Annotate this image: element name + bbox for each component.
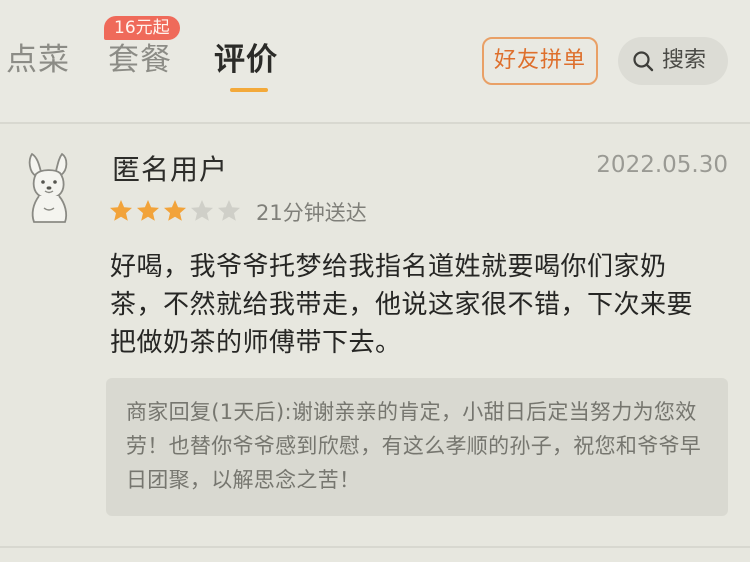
tab-review[interactable]: 评价 — [214, 40, 278, 80]
top-nav: 点菜 套餐 16元起 评价 好友拼单 搜索 — [0, 0, 750, 122]
review-date: 2022.05.30 — [596, 152, 728, 178]
delivery-time: 21分钟送达 — [256, 201, 367, 225]
star-empty-icon — [216, 198, 242, 224]
item-divider — [0, 546, 750, 548]
star-filled-icon — [135, 198, 161, 224]
review-star-rating — [108, 198, 242, 224]
nav-divider — [0, 122, 750, 124]
merchant-reply-text: 商家回复(1天后):谢谢亲亲的肯定，小甜日后定当努力为您效劳！也替你爷爷感到欣慰… — [126, 400, 702, 492]
search-label: 搜索 — [662, 48, 707, 73]
tab-dishes[interactable]: 点菜 — [6, 40, 70, 80]
review-user-name: 匿名用户 — [112, 153, 229, 186]
merchant-reply-box: 商家回复(1天后):谢谢亲亲的肯定，小甜日后定当努力为您效劳！也替你爷爷感到欣慰… — [106, 378, 728, 516]
kangaroo-avatar-icon — [28, 153, 68, 223]
search-icon — [633, 51, 654, 72]
search-button[interactable]: 搜索 — [618, 37, 728, 85]
star-empty-icon — [189, 198, 215, 224]
review-text: 好喝，我爷爷托梦给我指名道姓就要喝你们家奶茶，不然就给我带走，他说这家很不错，下… — [110, 252, 694, 358]
combo-price-badge: 16元起 — [104, 16, 180, 40]
tab-combo[interactable]: 套餐 — [108, 40, 172, 80]
group-order-button[interactable]: 好友拼单 — [482, 37, 598, 85]
star-filled-icon — [162, 198, 188, 224]
active-tab-indicator — [230, 88, 268, 92]
star-filled-icon — [108, 198, 134, 224]
